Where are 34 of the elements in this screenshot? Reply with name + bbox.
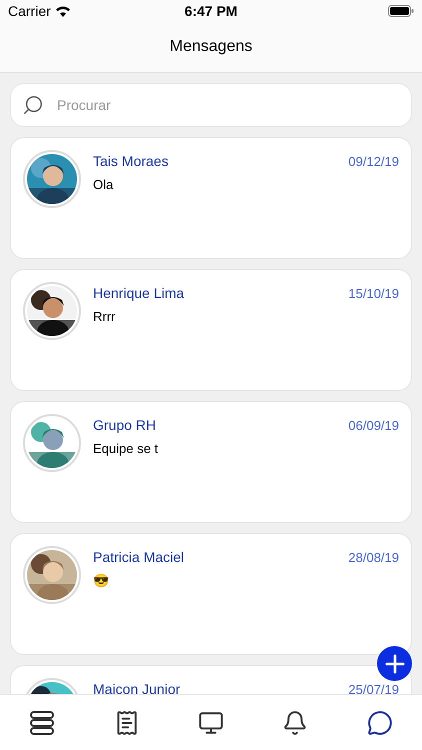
contact-name: Patricia Maciel	[93, 548, 184, 567]
message-preview: Ola	[93, 176, 114, 194]
tab-button[interactable]	[366, 710, 393, 736]
header-title: Mensagens	[170, 37, 252, 57]
conversation-card[interactable]: Henrique Lima 15/10/19 Rrrr	[10, 269, 412, 391]
contact-name: Tais Moraes	[93, 152, 168, 171]
message-preview: 😎	[93, 572, 110, 590]
conversation-card[interactable]: Patricia Maciel 28/08/19 😎	[10, 533, 412, 655]
tab-button[interactable]	[282, 710, 308, 736]
message-date: 15/10/19	[348, 284, 399, 303]
monitor-icon	[198, 710, 224, 736]
contact-name: Maicon Junior	[93, 680, 180, 694]
conversation-card[interactable]: Grupo RH 06/09/19 Equipe se t	[10, 401, 412, 523]
search-field[interactable]: Procurar	[10, 83, 412, 127]
message-date: 09/12/19	[348, 152, 399, 171]
tab-button[interactable]	[29, 710, 56, 736]
chat-icon	[366, 710, 393, 736]
contact-name: Grupo RH	[93, 416, 156, 435]
bell-icon	[282, 710, 308, 736]
message-date: 06/09/19	[348, 416, 399, 435]
carrier-label: Carrier	[8, 2, 51, 20]
search-icon	[22, 94, 44, 116]
message-preview: Rrrr	[93, 308, 116, 326]
contact-name: Henrique Lima	[93, 284, 184, 303]
message-preview: Equipe se t	[93, 440, 160, 458]
conversation-card[interactable]: Maicon Junior 25/07/19	[10, 665, 412, 694]
stack-icon	[29, 710, 56, 736]
message-date: 25/07/19	[348, 680, 399, 694]
battery-icon	[388, 5, 414, 17]
wifi-icon	[54, 5, 71, 17]
tab-button[interactable]	[198, 710, 224, 736]
message-date: 28/08/19	[348, 548, 399, 567]
status-time: 6:47 PM	[184, 2, 238, 20]
conversation-card[interactable]: Tais Moraes 09/12/19 Ola	[10, 137, 412, 259]
